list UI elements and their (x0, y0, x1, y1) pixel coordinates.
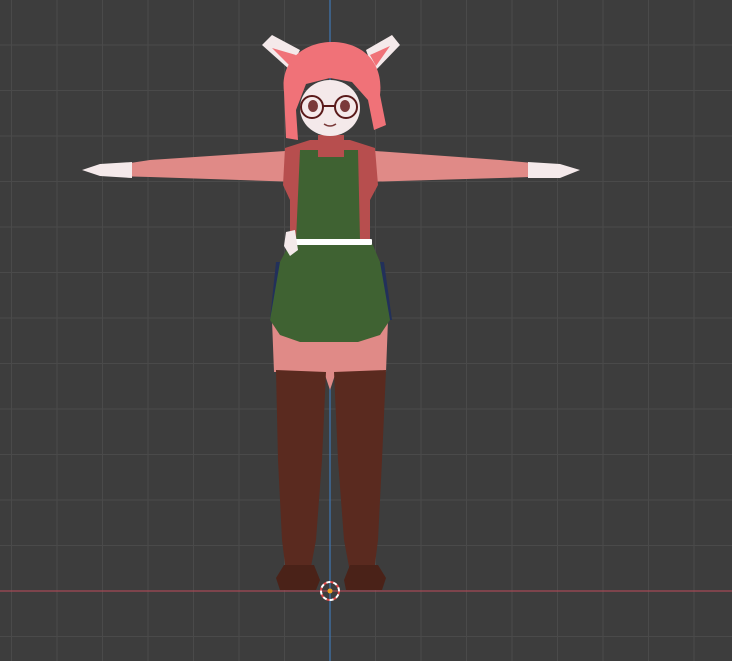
right-foot (344, 565, 386, 590)
neck (318, 135, 344, 157)
belt (290, 239, 372, 245)
3d-viewport[interactable] (0, 0, 732, 661)
right-eye (340, 100, 350, 112)
3d-cursor-dot (327, 588, 333, 594)
left-eye (308, 100, 318, 112)
apron-skirt (270, 243, 390, 342)
apron-bib (296, 150, 360, 240)
viewport-canvas[interactable] (0, 0, 732, 661)
left-foot (276, 565, 320, 590)
